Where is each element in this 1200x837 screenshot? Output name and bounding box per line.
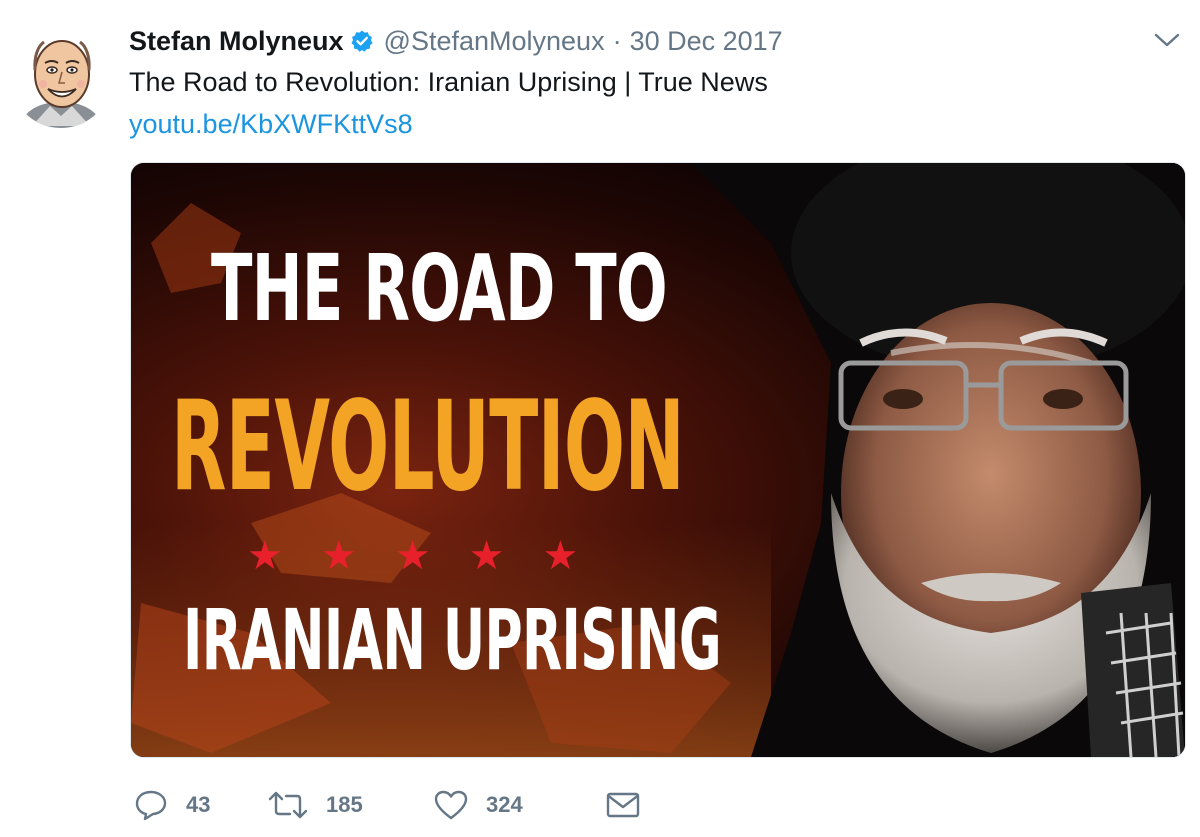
verified-badge-icon	[350, 30, 373, 52]
retweet-count: 185	[326, 792, 363, 817]
tweet-date[interactable]: 30 Dec 2017	[630, 26, 783, 57]
chevron-down-icon[interactable]	[1154, 32, 1180, 48]
reply-icon	[135, 790, 167, 821]
tweet-header: Stefan Molyneux @StefanMolyneux · 30 Dec…	[129, 22, 783, 60]
like-button[interactable]: 324	[434, 790, 606, 820]
direct-message-button[interactable]	[606, 791, 640, 819]
retweet-icon	[268, 791, 308, 819]
cartoon-avatar-icon	[10, 26, 112, 128]
tweet: Stefan Molyneux @StefanMolyneux · 30 Dec…	[0, 0, 1200, 837]
retweet-button[interactable]: 185	[268, 790, 434, 820]
author-display-name[interactable]: Stefan Molyneux	[129, 26, 344, 57]
like-count: 324	[486, 792, 523, 817]
media-thumbnail[interactable]: THE ROAD TO REVOLUTION ★★★★★ IRANIAN UPR…	[130, 162, 1186, 758]
thumbnail-title-line2: REVOLUTION	[171, 375, 685, 519]
avatar[interactable]	[10, 26, 112, 128]
envelope-icon	[606, 792, 640, 818]
thumbnail-title-line1: THE ROAD TO	[211, 235, 668, 342]
action-bar: 43 185 324	[134, 785, 640, 825]
reply-button[interactable]: 43	[134, 789, 268, 821]
tweet-text: The Road to Revolution: Iranian Uprising…	[129, 67, 768, 97]
author-handle[interactable]: @StefanMolyneux	[384, 26, 605, 57]
reply-count: 43	[186, 792, 211, 817]
separator-dot: ·	[612, 25, 622, 56]
star-row: ★★★★★	[247, 534, 617, 578]
tweet-link[interactable]: youtu.be/KbXWFKttVs8	[129, 106, 413, 142]
heart-icon	[434, 790, 468, 820]
thumbnail-title-line3: IRANIAN UPRISING	[183, 591, 722, 689]
